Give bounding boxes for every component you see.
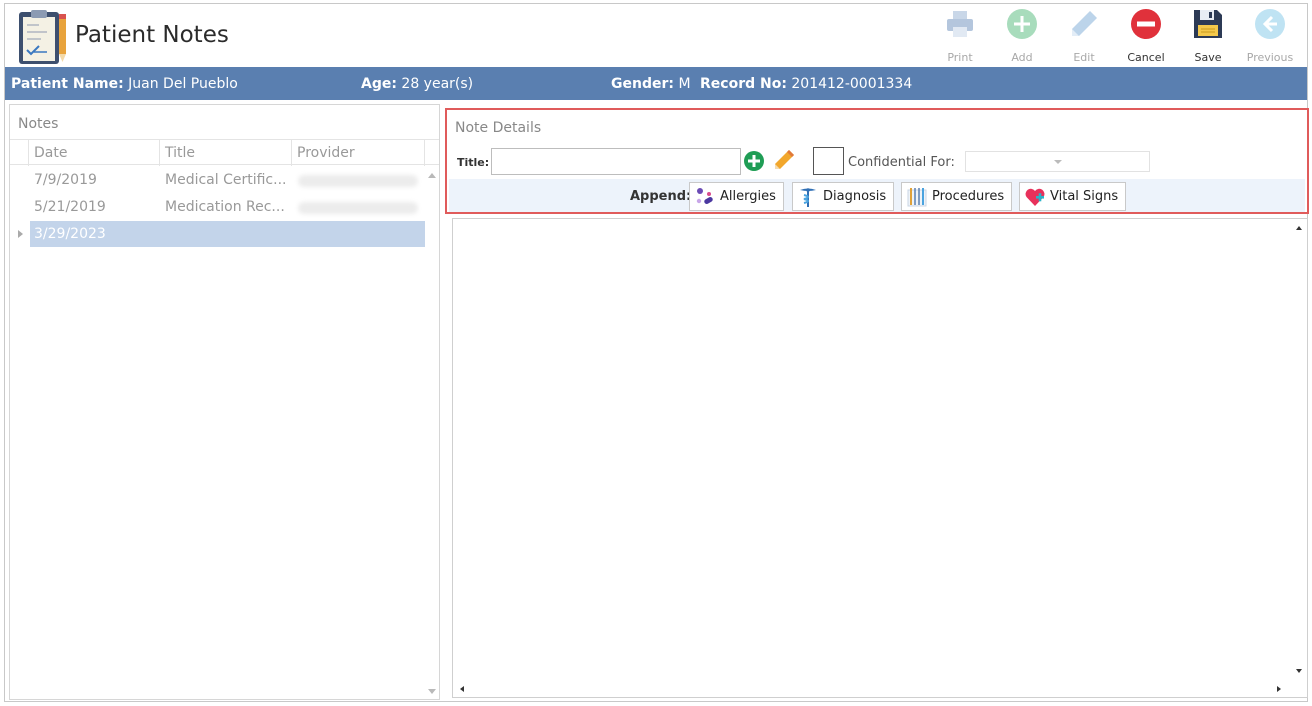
column-provider[interactable]: Provider — [297, 145, 355, 161]
edit-label: Edit — [1073, 51, 1095, 64]
row-provider-redacted — [298, 202, 418, 214]
caduceus-icon — [800, 187, 816, 207]
note-details-title: Note Details — [455, 120, 542, 136]
column-title[interactable]: Title — [165, 145, 195, 161]
row-date: 7/9/2019 — [34, 172, 97, 188]
cancel-label: Cancel — [1127, 51, 1165, 64]
patient-record: Record No: 201412-0001334 — [700, 76, 912, 92]
patient-info-bar: Patient Name: Juan Del Pueblo Age: 28 ye… — [5, 67, 1307, 100]
edit-button[interactable]: Edit — [1053, 6, 1115, 66]
print-button[interactable]: Print — [929, 6, 991, 66]
printer-icon — [947, 11, 973, 37]
append-diagnosis-button[interactable]: Diagnosis — [792, 182, 895, 211]
notes-grid-header: Date Title Provider — [10, 139, 439, 166]
patient-gender: Gender: M — [611, 76, 691, 92]
title-input[interactable] — [491, 148, 741, 175]
confidential-label: Confidential For: — [848, 155, 955, 170]
patient-notes-window: Patient Notes Print Add Edit Cancel Save… — [4, 3, 1309, 702]
arrow-left-circle-icon — [1255, 9, 1285, 39]
save-button[interactable]: Save — [1177, 6, 1239, 66]
save-label: Save — [1194, 51, 1222, 64]
add-label: Add — [1011, 51, 1033, 64]
column-separator — [159, 140, 160, 166]
append-allergies-button[interactable]: Allergies — [689, 182, 784, 211]
print-label: Print — [947, 51, 973, 64]
column-separator — [28, 140, 29, 166]
note-editor[interactable] — [452, 218, 1308, 698]
scroll-left-icon[interactable] — [460, 686, 464, 692]
notes-panel-title: Notes — [18, 116, 59, 132]
row-provider-redacted — [298, 175, 418, 187]
append-vital-signs-button[interactable]: Vital Signs — [1019, 182, 1127, 211]
note-details-panel: Note Details Title: Confidential For: Ap… — [445, 108, 1309, 214]
patient-record-label: Record No: — [700, 76, 787, 92]
scroll-down-icon[interactable] — [1296, 669, 1302, 673]
confidential-dropdown[interactable] — [965, 151, 1150, 172]
cancel-circle-icon — [1131, 9, 1161, 39]
table-row[interactable]: 5/21/2019 Medication Rec... — [10, 194, 439, 221]
row-date: 5/21/2019 — [34, 199, 106, 215]
heart-pulse-icon — [1025, 188, 1045, 206]
append-procedures-label: Procedures — [932, 189, 1005, 204]
patient-age-label: Age: — [361, 76, 397, 92]
table-row-selected[interactable]: 3/29/2023 — [10, 221, 439, 248]
editor-horizontal-scrollbar[interactable] — [453, 681, 1291, 697]
column-separator — [424, 140, 425, 166]
clipboard-notes-icon — [17, 8, 69, 66]
append-bar: Append: Allergies Diagnosis Procedures V… — [449, 179, 1305, 212]
pills-icon — [696, 187, 713, 204]
append-allergies-label: Allergies — [720, 189, 776, 204]
chevron-down-icon — [1054, 160, 1062, 164]
pencil-icon — [1072, 11, 1097, 36]
toolbar: Print Add Edit Cancel Save Previous — [929, 6, 1301, 66]
previous-button[interactable]: Previous — [1239, 6, 1301, 66]
row-indicator-icon — [18, 230, 23, 238]
confidential-checkbox[interactable] — [813, 147, 844, 175]
surgical-tools-icon — [907, 187, 927, 206]
patient-age-value: 28 year(s) — [401, 76, 474, 92]
append-procedures-button[interactable]: Procedures — [901, 182, 1013, 211]
plus-circle-icon — [1007, 9, 1037, 39]
row-title: Medication Rec... — [165, 199, 285, 215]
append-vital-signs-label: Vital Signs — [1050, 189, 1119, 204]
patient-gender-label: Gender: — [611, 76, 674, 92]
cancel-button[interactable]: Cancel — [1115, 6, 1177, 66]
column-date[interactable]: Date — [34, 145, 67, 161]
scroll-down-icon[interactable] — [428, 689, 436, 694]
add-button[interactable]: Add — [991, 6, 1053, 66]
floppy-disk-icon — [1194, 10, 1222, 38]
patient-name: Patient Name: Juan Del Pueblo — [11, 76, 238, 92]
scroll-right-icon[interactable] — [1277, 686, 1281, 692]
editor-vertical-scrollbar[interactable] — [1291, 219, 1307, 681]
column-separator — [291, 140, 292, 166]
notes-panel: Notes Date Title Provider 7/9/2019 Medic… — [9, 104, 440, 700]
row-title: Medical Certific... — [165, 172, 287, 188]
patient-name-label: Patient Name: — [11, 76, 124, 92]
page-title: Patient Notes — [75, 22, 229, 48]
notes-scrollbar[interactable] — [425, 165, 439, 699]
previous-label: Previous — [1246, 51, 1294, 64]
append-label: Append: — [630, 189, 692, 204]
patient-gender-value: M — [678, 76, 691, 92]
add-title-icon[interactable] — [744, 151, 764, 171]
scroll-up-icon[interactable] — [1296, 226, 1302, 230]
edit-title-pencil-icon[interactable] — [773, 149, 795, 171]
row-date: 3/29/2023 — [34, 226, 106, 242]
patient-record-value: 201412-0001334 — [791, 76, 913, 92]
append-diagnosis-label: Diagnosis — [823, 189, 887, 204]
patient-age: Age: 28 year(s) — [361, 76, 473, 92]
patient-name-value: Juan Del Pueblo — [128, 76, 238, 92]
scroll-up-icon[interactable] — [428, 173, 436, 178]
title-label: Title: — [457, 156, 490, 169]
table-row[interactable]: 7/9/2019 Medical Certific... — [10, 167, 439, 194]
